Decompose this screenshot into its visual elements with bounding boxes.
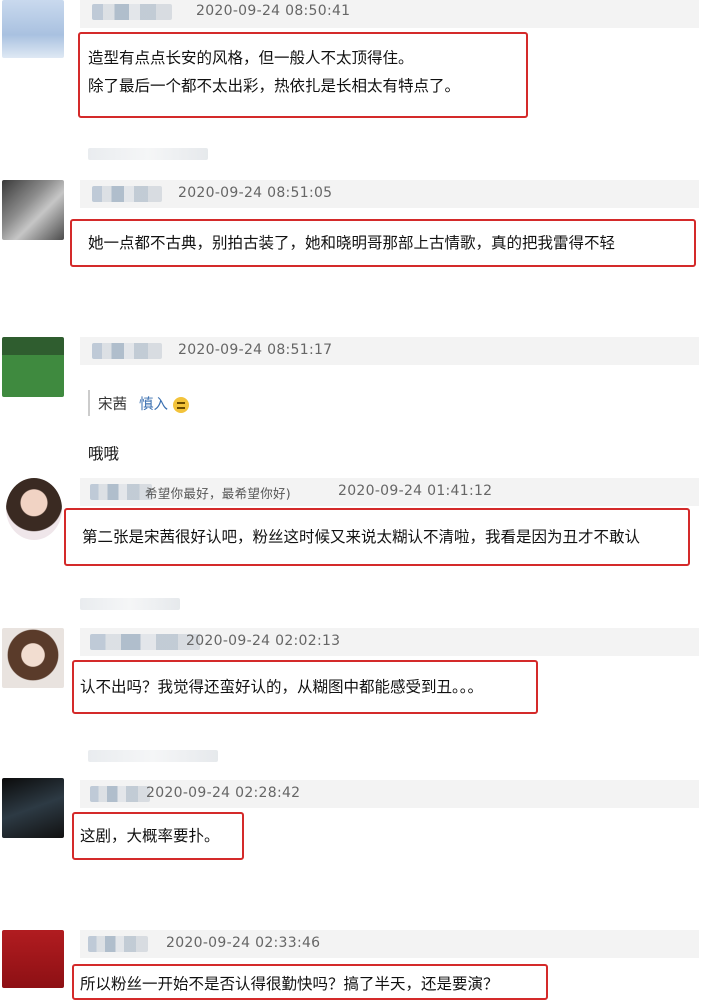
comment-text: 除了最后一个都不太出彩，热依扎是长相太有特点了。 [88,77,461,95]
username-suffix: 希望你最好，最希望你好) [145,486,291,501]
comment-meta-bar [80,337,699,365]
comment-timestamp: 2020-09-24 08:51:05 [178,185,333,201]
username-blurred[interactable] [92,186,162,202]
avatar[interactable] [2,180,64,240]
quoted-tag-label: 慎入 [139,396,168,413]
comment-text: 这剧，大概率要扑。 [80,827,220,845]
blurred-reply [88,148,208,160]
quoted-tag[interactable]: 慎入 [139,393,189,414]
comment-text: 哦哦 [88,445,120,463]
comment-meta-bar [80,0,699,28]
comment-timestamp: 2020-09-24 01:41:12 [338,483,493,499]
comment-timestamp: 2020-09-24 08:51:17 [178,342,333,358]
username-blurred[interactable] [92,343,162,359]
grimace-emoji-icon [172,396,189,413]
blurred-reply [80,598,180,610]
avatar[interactable] [6,478,62,540]
quoted-reply[interactable]: 宋茜 慎入 [88,390,189,416]
comment-timestamp: 2020-09-24 08:50:41 [196,3,351,19]
comment-timestamp: 2020-09-24 02:02:13 [186,633,341,649]
comment-timestamp: 2020-09-24 02:33:46 [166,935,321,951]
username-blurred[interactable] [88,936,148,952]
avatar[interactable] [2,930,64,988]
avatar[interactable] [2,628,64,688]
comment-text: 认不出吗？我觉得还蛮好认的，从糊图中都能感受到丑。。。 [80,678,484,696]
quoted-user[interactable]: 宋茜 [98,393,127,414]
comment-text: 造型有点点长安的风格，但一般人不太顶得住。 [88,49,414,67]
username-blurred[interactable] [90,484,152,500]
comment-text: 她一点都不古典，别拍古装了，她和晓明哥那部上古情歌，真的把我雷得不轻 [88,234,616,252]
username-blurred[interactable] [90,634,200,650]
comment-timestamp: 2020-09-24 02:28:42 [146,785,301,801]
avatar[interactable] [2,0,64,58]
avatar[interactable] [2,778,64,838]
username-blurred[interactable] [92,4,172,20]
comment-meta-bar [80,180,699,208]
avatar[interactable] [2,337,64,397]
comment-text: 第二张是宋茜很好认吧，粉丝这时候又来说太糊认不清啦，我看是因为丑才不敢认 [82,528,641,546]
username-blurred[interactable] [90,786,150,802]
comment-text: 所以粉丝一开始不是否认得很勤快吗？搞了半天，还是要演？ [80,975,499,993]
blurred-reply [88,750,218,762]
